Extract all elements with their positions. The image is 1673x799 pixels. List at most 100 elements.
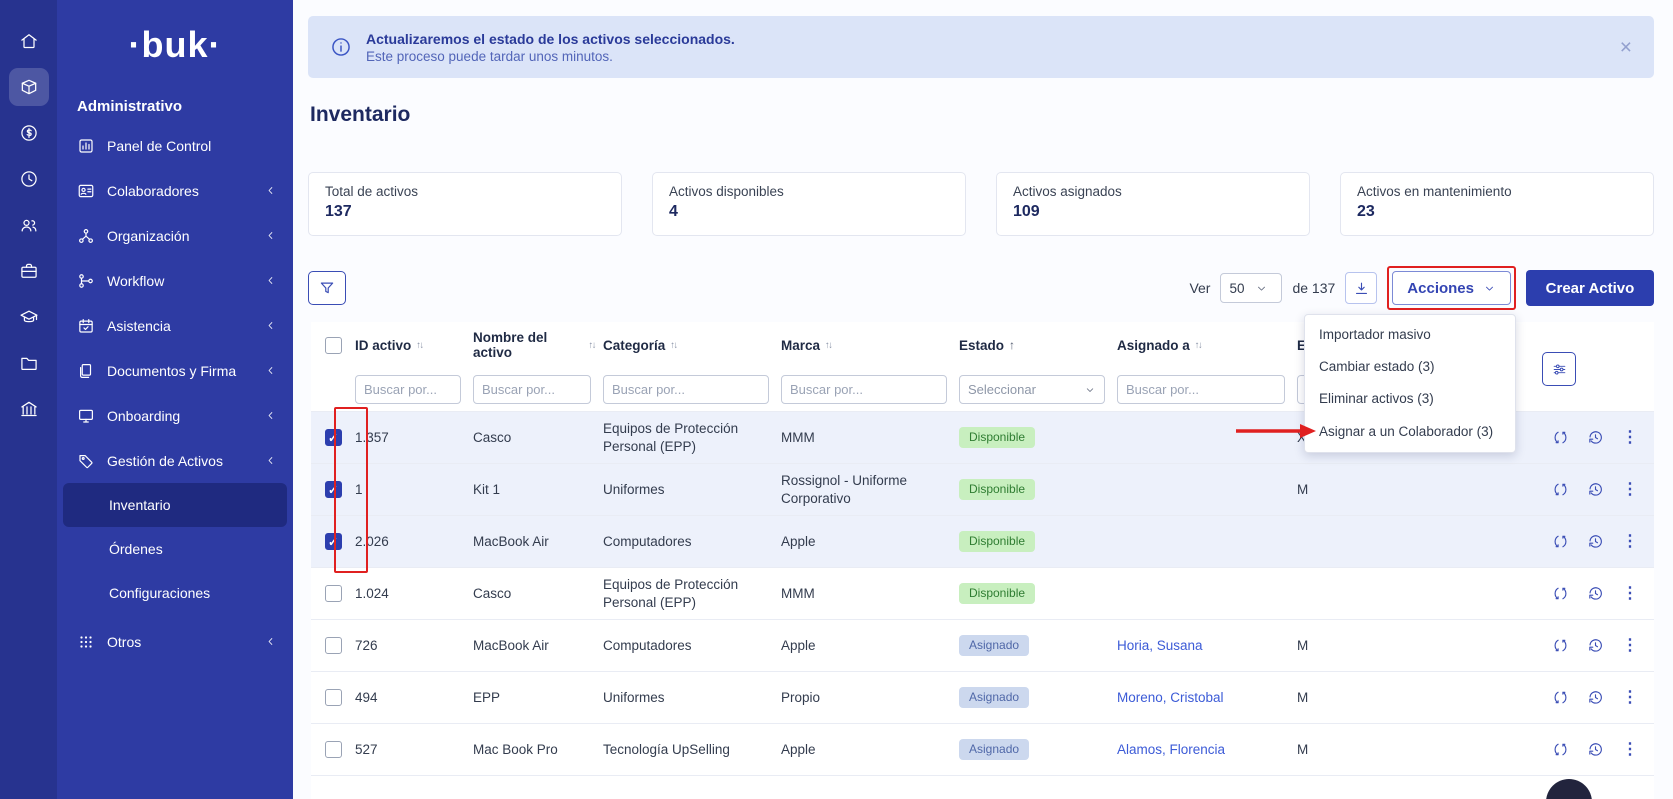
- rail-training-icon[interactable]: [9, 298, 49, 336]
- rail-folder-icon[interactable]: [9, 344, 49, 382]
- kebab-menu-icon[interactable]: ⋮: [1622, 742, 1638, 758]
- filter-marca-input[interactable]: [781, 375, 947, 404]
- assigned-link[interactable]: Horia, Susana: [1117, 638, 1203, 653]
- kebab-menu-icon[interactable]: ⋮: [1622, 638, 1638, 654]
- history-icon[interactable]: [1587, 533, 1604, 550]
- cell-id: 1: [355, 481, 473, 499]
- sync-icon[interactable]: [1552, 689, 1569, 706]
- column-header-categoria[interactable]: Categoría ↑↓: [603, 338, 781, 353]
- sync-icon[interactable]: [1552, 481, 1569, 498]
- sync-icon[interactable]: [1552, 585, 1569, 602]
- table-body: 1.357 Casco Equipos de Protección Person…: [311, 412, 1654, 776]
- history-icon[interactable]: [1587, 481, 1604, 498]
- rail-briefcase-icon[interactable]: [9, 252, 49, 290]
- page-size-select[interactable]: 50: [1220, 273, 1282, 303]
- rail-time-icon[interactable]: [9, 160, 49, 198]
- history-icon[interactable]: [1587, 429, 1604, 446]
- menu-item-cambiar-estado[interactable]: Cambiar estado (3): [1305, 351, 1515, 383]
- cell-nombre: MacBook Air: [473, 533, 603, 551]
- sort-icon[interactable]: ↑↓: [589, 340, 596, 351]
- total-count-label: de 137: [1292, 280, 1335, 296]
- sidebar-item-documentos-y-firma[interactable]: Documentos y Firma: [57, 348, 293, 393]
- rail-assets-icon[interactable]: [9, 68, 49, 106]
- kebab-menu-icon[interactable]: ⋮: [1622, 430, 1638, 446]
- filter-asignado-input[interactable]: [1117, 375, 1285, 404]
- filter-button[interactable]: [308, 271, 346, 305]
- menu-item-importador-masivo[interactable]: Importador masivo: [1305, 319, 1515, 351]
- sidebar-item-label: Otros: [107, 634, 252, 650]
- row-checkbox[interactable]: [325, 585, 342, 602]
- column-header-marca[interactable]: Marca ↑↓: [781, 338, 959, 353]
- filter-categoria-input[interactable]: [603, 375, 769, 404]
- sort-icon[interactable]: ↑↓: [416, 340, 423, 351]
- cell-empresa: M: [1297, 689, 1447, 707]
- acciones-button[interactable]: Acciones: [1392, 271, 1511, 305]
- kebab-menu-icon[interactable]: ⋮: [1622, 586, 1638, 602]
- icon-rail: [0, 0, 57, 799]
- column-header-nombre[interactable]: Nombre del activo ↑↓: [473, 330, 603, 360]
- sync-icon[interactable]: [1552, 741, 1569, 758]
- sort-asc-icon[interactable]: ↑: [1009, 338, 1015, 352]
- sidebar-subitem-inventario[interactable]: Inventario: [63, 483, 287, 527]
- kebab-menu-icon[interactable]: ⋮: [1622, 690, 1638, 706]
- sidebar-item-organizacion[interactable]: Organización: [57, 213, 293, 258]
- row-checkbox[interactable]: [325, 481, 342, 498]
- sort-icon[interactable]: ↑↓: [670, 340, 677, 351]
- rail-company-icon[interactable]: [9, 390, 49, 428]
- stat-card-disponibles: Activos disponibles 4: [652, 172, 966, 236]
- status-badge: Asignado: [959, 687, 1029, 709]
- filter-estado-select[interactable]: Seleccionar: [959, 375, 1105, 404]
- sidebar-subitem-configuraciones[interactable]: Configuraciones: [63, 571, 287, 615]
- sync-icon[interactable]: [1552, 533, 1569, 550]
- filter-id-input[interactable]: [355, 375, 461, 404]
- history-icon[interactable]: [1587, 637, 1604, 654]
- assigned-link[interactable]: Alamos, Florencia: [1117, 742, 1225, 757]
- sidebar-item-asistencia[interactable]: Asistencia: [57, 303, 293, 348]
- kebab-menu-icon[interactable]: ⋮: [1622, 534, 1638, 550]
- sync-icon[interactable]: [1552, 637, 1569, 654]
- assigned-link[interactable]: Moreno, Cristobal: [1117, 690, 1224, 705]
- kebab-menu-icon[interactable]: ⋮: [1622, 482, 1638, 498]
- menu-item-asignar-colaborador[interactable]: Asignar a un Colaborador (3): [1305, 416, 1515, 448]
- sync-icon[interactable]: [1552, 429, 1569, 446]
- column-header-id[interactable]: ID activo ↑↓: [355, 338, 473, 353]
- rail-payroll-icon[interactable]: [9, 114, 49, 152]
- sidebar-item-label: Colaboradores: [107, 183, 252, 199]
- sort-icon[interactable]: ↑↓: [1195, 340, 1202, 351]
- info-icon: [330, 36, 352, 58]
- sort-icon[interactable]: ↑↓: [825, 340, 832, 351]
- row-checkbox[interactable]: [325, 689, 342, 706]
- sidebar-item-onboarding[interactable]: Onboarding: [57, 393, 293, 438]
- row-checkbox[interactable]: [325, 429, 342, 446]
- column-header-asignado[interactable]: Asignado a ↑↓: [1117, 338, 1297, 353]
- column-settings-button[interactable]: [1542, 352, 1576, 386]
- history-icon[interactable]: [1587, 741, 1604, 758]
- row-checkbox[interactable]: [325, 741, 342, 758]
- estado-select-placeholder: Seleccionar: [968, 382, 1036, 397]
- sidebar-item-workflow[interactable]: Workflow: [57, 258, 293, 303]
- sidebar-item-otros[interactable]: Otros: [57, 619, 293, 664]
- sidebar-subitem-ordenes[interactable]: Órdenes: [63, 527, 287, 571]
- column-header-estado[interactable]: Estado ↑: [959, 338, 1117, 353]
- close-icon[interactable]: ×: [1620, 37, 1632, 58]
- menu-item-eliminar-activos[interactable]: Eliminar activos (3): [1305, 383, 1515, 415]
- cell-empresa: M: [1297, 481, 1447, 499]
- sidebar-item-colaboradores[interactable]: Colaboradores: [57, 168, 293, 213]
- cell-marca: MMM: [781, 585, 959, 603]
- rail-home-icon[interactable]: [9, 22, 49, 60]
- sidebar-item-label: Organización: [107, 228, 252, 244]
- chevron-left-icon: [264, 635, 277, 648]
- sidebar-item-panel-de-control[interactable]: Panel de Control: [57, 123, 293, 168]
- column-label: Estado: [959, 338, 1004, 353]
- crear-activo-button[interactable]: Crear Activo: [1526, 270, 1654, 306]
- download-button[interactable]: [1345, 272, 1377, 304]
- filter-nombre-input[interactable]: [473, 375, 591, 404]
- select-all-checkbox[interactable]: [325, 337, 342, 354]
- document-icon: [77, 362, 95, 380]
- row-checkbox[interactable]: [325, 533, 342, 550]
- rail-people-icon[interactable]: [9, 206, 49, 244]
- row-checkbox[interactable]: [325, 637, 342, 654]
- history-icon[interactable]: [1587, 689, 1604, 706]
- sidebar-item-gestion-de-activos[interactable]: Gestión de Activos: [57, 438, 293, 483]
- history-icon[interactable]: [1587, 585, 1604, 602]
